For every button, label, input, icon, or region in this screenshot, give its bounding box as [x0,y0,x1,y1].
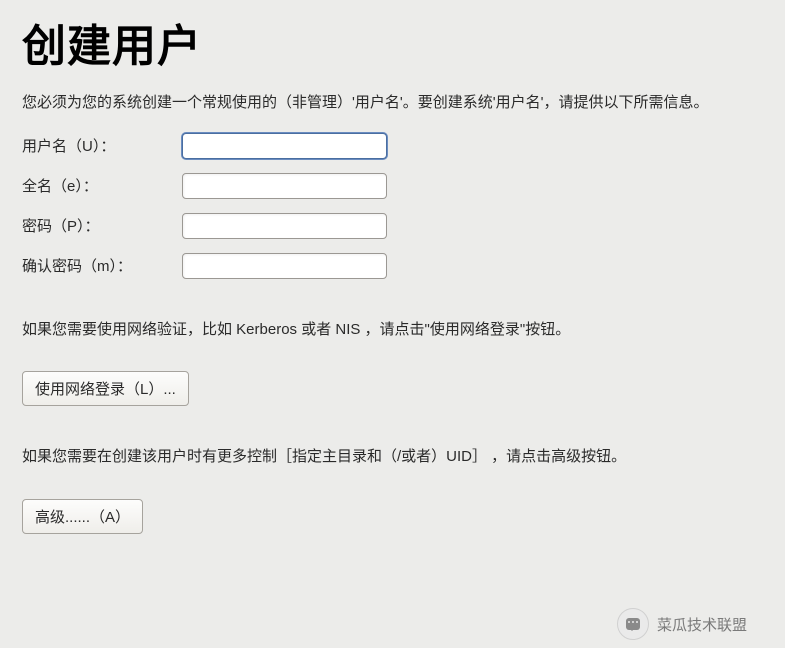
advanced-button[interactable]: 高级......（A） [22,499,143,534]
password-label: 密码（P）： [22,215,182,236]
fullname-input[interactable] [182,173,387,199]
password-row: 密码（P）： [22,213,763,239]
fullname-row: 全名（e）： [22,173,763,199]
chat-icon [617,608,649,640]
username-label: 用户名（U）： [22,135,182,156]
fullname-label: 全名（e）： [22,175,182,196]
username-input[interactable] [182,133,387,159]
page-title: 创建用户 [22,10,763,74]
confirm-password-row: 确认密码（m）： [22,253,763,279]
watermark-text: 菜瓜技术联盟 [657,614,747,635]
advanced-text: 如果您需要在创建该用户时有更多控制［指定主目录和（/或者）UID］ ，请点击高级… [22,446,762,469]
description-text: 您必须为您的系统创建一个常规使用的（非管理）'用户名'。要创建系统'用户名'，请… [22,92,742,115]
confirm-password-label: 确认密码（m）： [22,255,182,276]
network-login-text: 如果您需要使用网络验证，比如 Kerberos 或者 NIS ，请点击"使用网络… [22,319,762,342]
network-login-button[interactable]: 使用网络登录（L）... [22,371,189,406]
watermark: 菜瓜技术联盟 [617,608,747,640]
confirm-password-input[interactable] [182,253,387,279]
username-row: 用户名（U）： [22,133,763,159]
password-input[interactable] [182,213,387,239]
